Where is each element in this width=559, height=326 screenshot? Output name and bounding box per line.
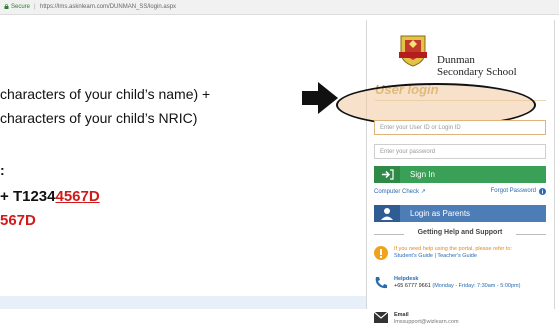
parents-label: Login as Parents [410, 209, 471, 218]
example-line-2: 567D [0, 212, 36, 229]
bottom-band [0, 296, 366, 309]
login-form: Enter your User ID or Login ID Enter you… [366, 20, 553, 325]
info-icon[interactable] [539, 188, 546, 195]
example-heading: : [0, 162, 5, 178]
login-as-parents-button[interactable]: Login as Parents [374, 205, 546, 222]
computer-check-label: Computer Check [374, 189, 420, 195]
browser-address-bar[interactable]: Secure | https://lms.asknlearn.com/DUNMA… [0, 0, 559, 15]
computer-check-link[interactable]: Computer Check ↗ [374, 188, 426, 195]
email-label: Email [394, 312, 409, 318]
signin-button[interactable]: Sign In [374, 166, 546, 183]
helpdesk-label: Helpdesk [394, 276, 419, 282]
signin-label: Sign In [410, 170, 435, 179]
help-heading: Getting Help and Support [374, 229, 546, 239]
help-intro: If you need help using the portal, pleas… [394, 246, 513, 252]
mail-icon [374, 312, 388, 323]
help-guides-text: If you need help using the portal, pleas… [394, 246, 544, 260]
password-input[interactable]: Enter your password [374, 144, 546, 159]
lock-icon [4, 4, 9, 9]
instruction-line-2: characters of your child’s NRIC) [0, 110, 198, 126]
secure-label: Secure [11, 4, 31, 10]
example-plus: + [0, 188, 13, 205]
arrow-right-icon [302, 82, 338, 114]
address-separator: | [34, 4, 36, 10]
help-links-row: Computer Check ↗ Forgot Password [374, 188, 546, 198]
example-nric-prefix: T1234 [12, 188, 56, 205]
email-address[interactable]: lmssupport@wizlearn.com [394, 319, 544, 326]
user-icon [374, 205, 400, 222]
instruction-line-1: characters of your child’s name) + [0, 86, 211, 102]
userid-input[interactable]: Enter your User ID or Login ID [374, 120, 546, 135]
helpdesk-phone: +65 6777 9661 [394, 283, 431, 289]
forgot-password-link[interactable]: Forgot Password [491, 188, 536, 194]
helpdesk-hours: (Monday - Friday: 7:30am - 5:00pm) [432, 283, 521, 289]
example-nric-suffix: 4567D [55, 188, 100, 205]
helpdesk-details: +65 6777 9661 (Monday - Friday: 7:30am -… [394, 283, 544, 290]
email-text: Email lmssupport@wizlearn.com [394, 312, 544, 326]
external-link-icon: ↗ [420, 189, 426, 195]
example-line-1: + T12344567D [0, 188, 100, 205]
url-text[interactable]: https://lms.asknlearn.com/DUNMAN_SS/logi… [40, 0, 176, 14]
phone-icon [375, 277, 387, 289]
alert-icon [374, 246, 388, 260]
helpdesk-text: Helpdesk +65 6777 9661 (Monday - Friday:… [394, 276, 544, 290]
guide-links[interactable]: Student's Guide | Teacher's Guide [394, 253, 544, 260]
signin-icon [374, 166, 400, 183]
